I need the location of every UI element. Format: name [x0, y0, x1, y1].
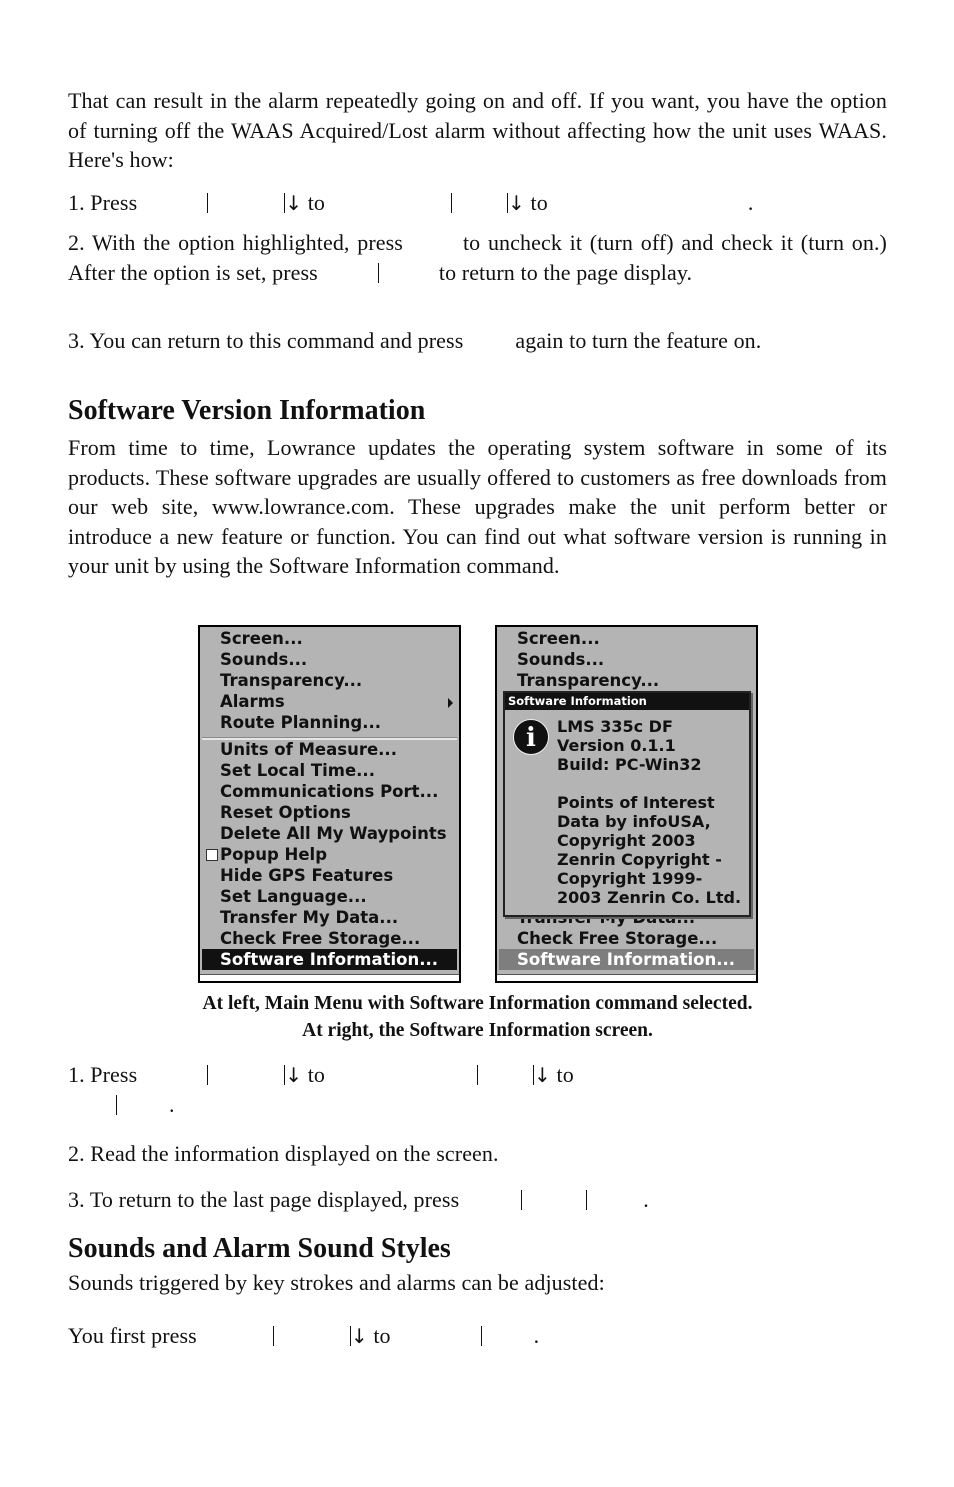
menu-item-units-of-measure[interactable]: Units of Measure... [220, 740, 397, 760]
software-info-screenshot: Screen... Sounds... Transparency... Tran… [495, 625, 758, 983]
down-arrow-icon: ↓ [350, 1324, 368, 1348]
separator [477, 1065, 479, 1085]
software-info-dialog: Software Information i LMS 335c DF Versio… [503, 691, 751, 917]
dialog-line: LMS 335c DF [557, 717, 673, 736]
menu-item-screen[interactable]: Screen... [220, 629, 303, 649]
menu-item-reset-options[interactable]: Reset Options [220, 803, 351, 823]
intro-step-2: 2. With the option highlighted, press to … [68, 230, 887, 285]
section-heading-software: Software Version Information [68, 395, 426, 426]
submenu-arrow-icon [448, 698, 453, 708]
down-arrow-icon: ↓ [534, 1063, 551, 1087]
separator [377, 262, 379, 283]
down-arrow-icon: ↓ [508, 191, 525, 215]
menu-item-popup-help[interactable]: Popup Help [220, 845, 327, 865]
menu-item-transfer-my-data[interactable]: Transfer My Data... [220, 908, 398, 928]
separator [272, 1326, 274, 1346]
dialog-line: Data by infoUSA, [557, 812, 711, 831]
separator [480, 1326, 482, 1346]
dialog-title: Software Information [505, 693, 749, 710]
map-strip [497, 974, 756, 981]
popup-help-checkbox[interactable] [206, 849, 218, 861]
main-menu-screenshot: Screen... Sounds... Transparency... Alar… [198, 625, 461, 983]
map-strip [200, 974, 459, 981]
menu-item-hide-gps-features[interactable]: Hide GPS Features [220, 866, 393, 886]
info-icon: i [513, 719, 549, 755]
down-arrow-icon: ↓ [285, 1063, 303, 1087]
menu-item-delete-all-waypoints[interactable]: Delete All My Waypoints [220, 824, 447, 844]
figure-caption-line-2: At right, the Software Information scree… [302, 1020, 653, 1041]
menu-item-set-language[interactable]: Set Language... [220, 887, 367, 907]
figure-caption-line-1: At left, Main Menu with Software Informa… [202, 993, 753, 1014]
dialog-line: 2003 Zenrin Co. Ltd. [557, 888, 742, 907]
menu-item-sounds[interactable]: Sounds... [220, 650, 307, 670]
dialog-line: Build: PC-Win32 [557, 755, 702, 774]
down-arrow-icon: ↓ [285, 191, 303, 215]
menu-item-software-information[interactable]: Software Information... [517, 950, 735, 970]
menu-item-alarms[interactable]: Alarms [220, 692, 285, 712]
dialog-line: Copyright 1999- [557, 869, 703, 888]
dialog-line: Copyright 2003 [557, 831, 696, 850]
software-step-1-cont: . [68, 1090, 175, 1120]
intro-step-3: 3. You can return to this command and pr… [68, 328, 762, 353]
menu-item-sounds[interactable]: Sounds... [517, 650, 604, 670]
menu-item-route-planning[interactable]: Route Planning... [220, 713, 381, 733]
menu-item-check-free-storage[interactable]: Check Free Storage... [517, 929, 717, 949]
menu-item-communications-port[interactable]: Communications Port... [220, 782, 438, 802]
separator [586, 1190, 588, 1210]
menu-item-check-free-storage[interactable]: Check Free Storage... [220, 929, 420, 949]
menu-item-software-information[interactable]: Software Information... [220, 950, 438, 970]
menu-item-transparency[interactable]: Transparency... [517, 671, 659, 691]
sounds-step: You first press ↓ to. [68, 1323, 540, 1348]
section-heading-sounds: Sounds and Alarm Sound Styles [68, 1233, 451, 1264]
software-step-1: 1. Press ↓ to ↓ to [68, 1062, 574, 1087]
page-body: That can result in the alarm repeatedly … [68, 86, 887, 175]
software-step-2: 2. Read the information displayed on the… [68, 1141, 499, 1166]
separator [207, 1065, 209, 1085]
software-step-3: 3. To return to the last page displayed,… [68, 1187, 649, 1212]
separator [116, 1095, 117, 1115]
dialog-line: Zenrin Copyright - [557, 850, 722, 869]
dialog-line: Points of Interest [557, 793, 715, 812]
menu-item-set-local-time[interactable]: Set Local Time... [220, 761, 375, 781]
menu-item-screen[interactable]: Screen... [517, 629, 600, 649]
software-paragraph: From time to time, Lowrance updates the … [68, 435, 887, 578]
sounds-paragraph: Sounds triggered by key strokes and alar… [68, 1270, 605, 1295]
intro-paragraph: That can result in the alarm repeatedly … [68, 88, 887, 172]
dialog-line: Version 0.1.1 [557, 736, 676, 755]
separator [521, 1190, 523, 1210]
intro-step-1: 1. Press ↓ to ↓ to. [68, 190, 754, 215]
separator [207, 193, 209, 213]
separator [451, 193, 453, 213]
menu-item-transparency[interactable]: Transparency... [220, 671, 362, 691]
